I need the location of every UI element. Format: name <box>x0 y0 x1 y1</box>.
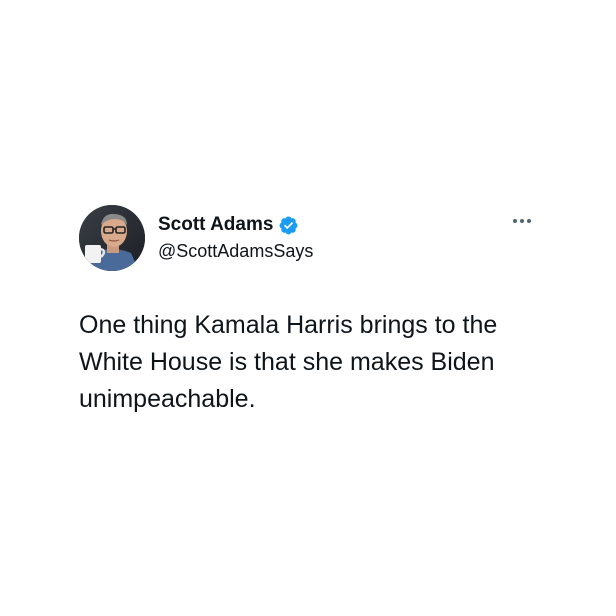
tweet-card: Scott Adams @ScottAdamsSays One thing Ka… <box>79 205 549 418</box>
author-handle[interactable]: @ScottAdamsSays <box>158 239 313 263</box>
tweet-header: Scott Adams @ScottAdamsSays <box>79 205 549 271</box>
more-options-icon[interactable] <box>507 211 537 231</box>
more-dot <box>520 219 524 223</box>
avatar[interactable] <box>79 205 145 271</box>
more-dot <box>513 219 517 223</box>
author-name-row: Scott Adams <box>158 213 313 237</box>
tweet-text: One thing Kamala Harris brings to the Wh… <box>79 311 498 413</box>
more-dot <box>527 219 531 223</box>
avatar-image <box>79 205 145 271</box>
author-block: Scott Adams @ScottAdamsSays <box>158 213 313 263</box>
verified-badge-icon <box>278 215 299 236</box>
author-name[interactable]: Scott Adams <box>158 213 273 237</box>
